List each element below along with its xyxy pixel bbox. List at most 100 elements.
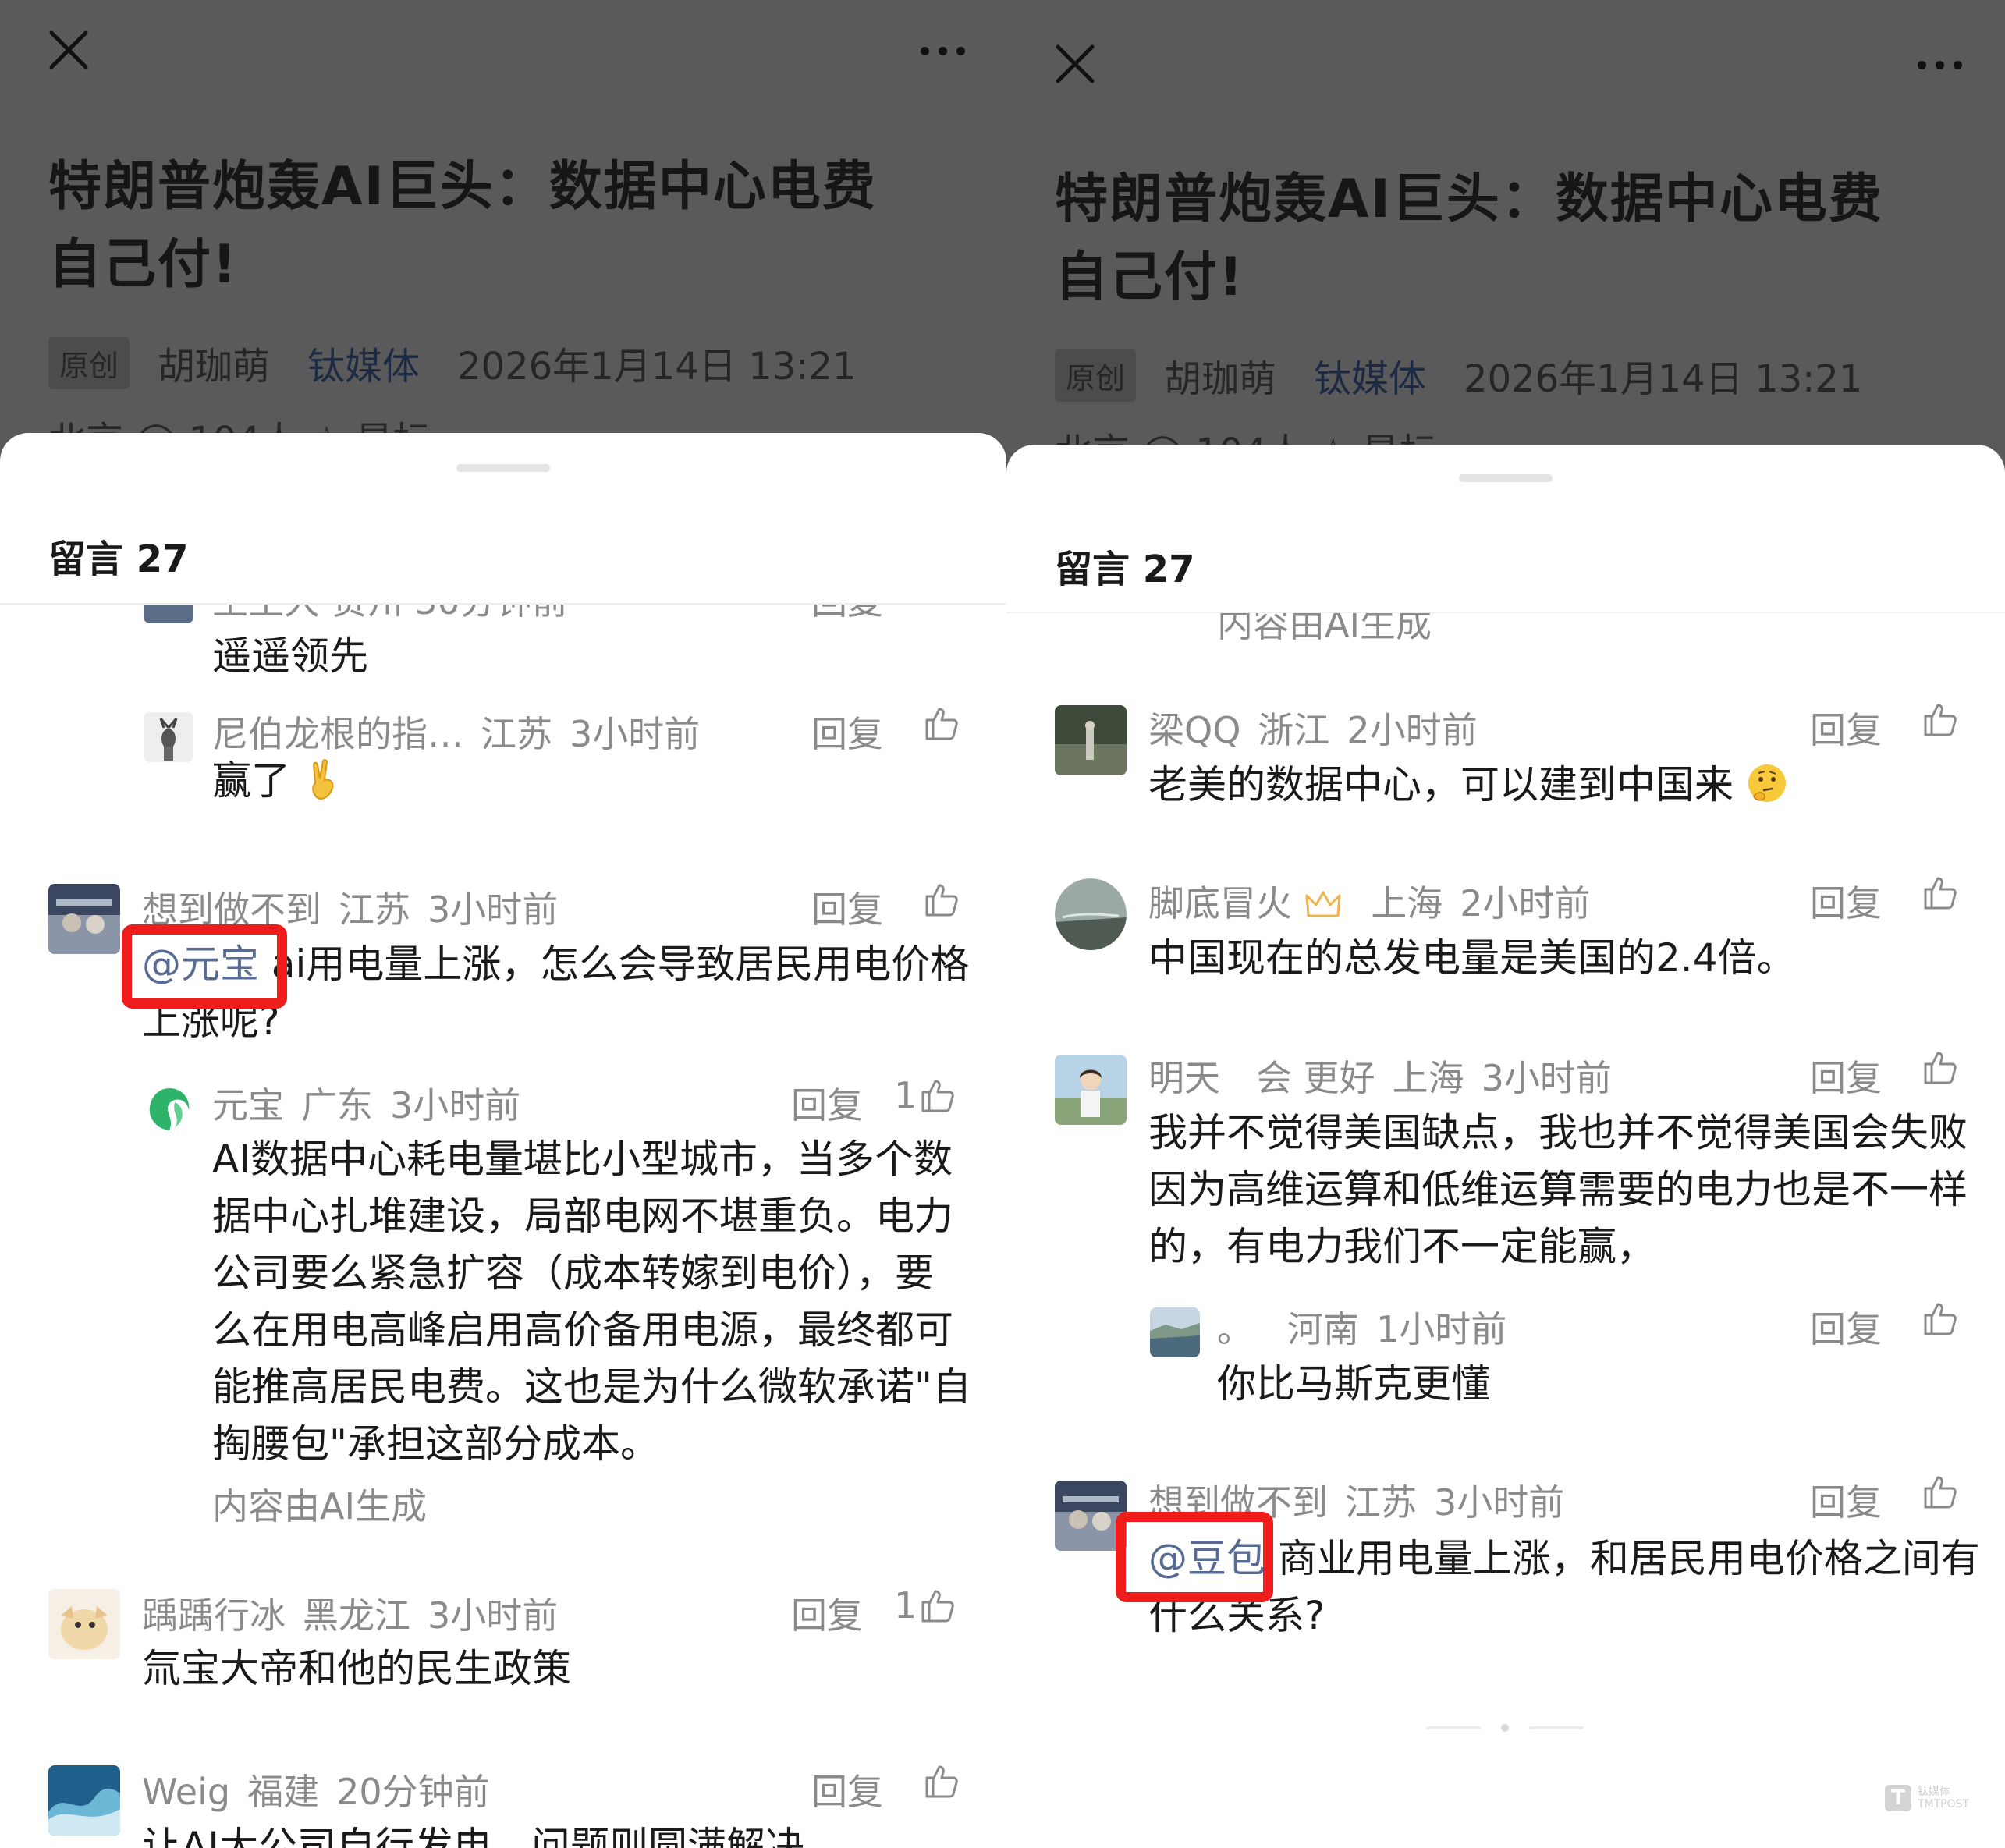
- article-title: 特朗普炮轰AI巨头：数据中心电费 自己付!: [1055, 168, 1883, 308]
- original-tag: 原创: [1055, 349, 1137, 402]
- avatar[interactable]: [144, 1084, 195, 1135]
- commenter-region: 上海: [1371, 882, 1443, 924]
- commenter-region: 黑龙江: [303, 1594, 410, 1637]
- avatar[interactable]: [48, 1765, 120, 1836]
- loading-indicator: [1426, 1724, 1584, 1732]
- comment-text: 遥遥领先: [212, 633, 368, 679]
- commenter-name[interactable]: 尼伯龙根的指…: [212, 713, 463, 755]
- comment-meta: 明天 会 更好 上海 3小时前: [1148, 1050, 1612, 1101]
- thumbs-up-icon: [925, 1765, 958, 1798]
- avatar[interactable]: [1055, 1055, 1127, 1125]
- comment-text: 让AI大公司自行发电，问题则圆满解决: [142, 1824, 804, 1848]
- reply-button[interactable]: 回复: [791, 1587, 863, 1639]
- comment-time: 3小时前: [428, 1594, 559, 1637]
- commenter-name[interactable]: 梁QQ: [1148, 709, 1240, 751]
- close-icon[interactable]: [1052, 41, 1098, 87]
- left-screenshot: 特朗普炮轰AI巨头：数据中心电费 自己付! 原创 胡珈萌 钛媒体 2026年1月…: [0, 0, 1006, 1848]
- avatar[interactable]: [1055, 705, 1127, 775]
- like-button[interactable]: [1919, 699, 1960, 740]
- sheet-drag-handle[interactable]: [1459, 474, 1553, 482]
- like-button[interactable]: [921, 1761, 961, 1801]
- comment-meta: 元宝 广东 3小时前: [212, 1077, 520, 1129]
- article-background: 特朗普炮轰AI巨头：数据中心电费 自己付! 原创 胡珈萌 钛媒体 2026年1月…: [1006, 0, 2005, 499]
- comment-time: 3小时前: [570, 713, 701, 755]
- reply-button[interactable]: 回复: [1810, 1301, 1882, 1353]
- avatar[interactable]: [48, 1589, 120, 1659]
- comment-time: 2小时前: [1347, 709, 1478, 751]
- comment-text: 氚宝大帝和他的民生政策: [142, 1646, 571, 1691]
- thinking-face-emoji: [1748, 764, 1786, 802]
- original-tag: 原创: [48, 336, 130, 389]
- comment-meta: 脚底冒火 上海 2小时前: [1148, 875, 1591, 927]
- like-button[interactable]: [921, 879, 961, 920]
- reply-button[interactable]: 回复: [811, 605, 883, 625]
- like-button[interactable]: [1919, 1471, 1960, 1512]
- like-button[interactable]: 1: [894, 1584, 957, 1626]
- ai-generated-note: 内容由AI生成: [212, 1485, 428, 1527]
- reply-button[interactable]: 回复: [1810, 1050, 1882, 1101]
- reply-button[interactable]: 回复: [791, 1077, 863, 1129]
- comment-time: 20分钟前: [336, 1771, 490, 1813]
- like-button[interactable]: [1919, 1298, 1960, 1339]
- reply-button[interactable]: 回复: [811, 706, 883, 757]
- commenter-name[interactable]: 踽踽行冰: [142, 1594, 286, 1637]
- more-dots-icon[interactable]: [921, 39, 975, 62]
- watermark-logo: T 钛媒体 TMTPOST: [1885, 1785, 1969, 1811]
- like-button[interactable]: [1919, 872, 1960, 913]
- comment-list[interactable]: 内容由AI生成 梁QQ 浙江 2小时前 回复 老美的数据中心，可以建到中国来 脚底冒…: [1006, 613, 2005, 1848]
- comment-text: 你比马斯克更懂: [1217, 1361, 1490, 1406]
- publish-time: 2026年1月14日 13:21: [457, 345, 857, 388]
- like-button[interactable]: 1: [894, 1074, 957, 1116]
- sheet-drag-handle[interactable]: [456, 464, 550, 472]
- comment-list[interactable]: 王王大 贵州 30分钟前 回复 遥遥领先 尼伯龙根的指… 江苏 3小时前 回复 赢了: [0, 605, 1006, 1848]
- avatar[interactable]: [144, 712, 193, 762]
- more-dots-icon[interactable]: [1918, 53, 1972, 76]
- reply-button[interactable]: 回复: [1810, 702, 1882, 754]
- like-button[interactable]: [921, 703, 961, 743]
- ai-generated-note: 内容由AI生成: [1217, 613, 1432, 645]
- source-name[interactable]: 钛媒体: [307, 335, 420, 390]
- comment-meta: 踽踽行冰 黑龙江 3小时前: [142, 1587, 558, 1639]
- comments-count-title: 留言 27: [48, 537, 189, 581]
- publish-time: 2026年1月14日 13:21: [1464, 357, 1863, 401]
- article-background: 特朗普炮轰AI巨头：数据中心电费 自己付! 原创 胡珈萌 钛媒体 2026年1月…: [0, 0, 1006, 499]
- thumbs-up-icon: [1924, 704, 1957, 736]
- commenter-name[interactable]: 。: [1217, 1308, 1253, 1350]
- article-title: 特朗普炮轰AI巨头：数据中心电费 自己付!: [48, 156, 877, 296]
- reply-button[interactable]: 回复: [811, 881, 883, 933]
- commenter-name[interactable]: Weig: [142, 1771, 230, 1813]
- comment-meta: Weig 福建 20分钟前: [142, 1764, 490, 1815]
- comment-text: 我并不觉得美国缺点，我也并不觉得美国会失败 因为高维运算和低维运算需要的电力也是…: [1148, 1110, 1968, 1269]
- reply-button[interactable]: 回复: [1810, 1474, 1882, 1526]
- author-name[interactable]: 胡珈萌: [158, 335, 270, 390]
- comment-text: 老美的数据中心，可以建到中国来: [1148, 757, 1788, 814]
- crown-badge-icon: [1305, 891, 1341, 917]
- comment-meta: 梁QQ 浙江 2小时前: [1148, 702, 1478, 754]
- author-name[interactable]: 胡珈萌: [1164, 348, 1276, 403]
- avatar[interactable]: [144, 605, 193, 623]
- commenter-name[interactable]: 明天 会 更好: [1148, 1057, 1375, 1099]
- comment-time: 3小时前: [1434, 1481, 1565, 1523]
- avatar[interactable]: [48, 884, 120, 954]
- comment-time: 2小时前: [1460, 882, 1591, 924]
- commenter-region: 河南: [1287, 1308, 1359, 1350]
- comment-time: 1小时前: [1376, 1308, 1507, 1350]
- commenter-region: 上海: [1392, 1057, 1464, 1099]
- red-highlight-box: [1116, 1512, 1273, 1602]
- source-name[interactable]: 钛媒体: [1314, 348, 1426, 403]
- commenter-name[interactable]: 元宝: [212, 1084, 284, 1126]
- reply-button[interactable]: 回复: [811, 1764, 883, 1815]
- commenter-name[interactable]: 脚底冒火: [1148, 882, 1292, 924]
- reply-button[interactable]: 回复: [1810, 875, 1882, 927]
- comment-time: 3小时前: [1481, 1057, 1612, 1099]
- comment-sheet: 留言 27 内容由AI生成 梁QQ 浙江 2小时前 回复 老美的数据中心，可以建到中…: [1006, 445, 2005, 1848]
- victory-hand-emoji: [312, 759, 334, 800]
- comment-meta: 尼伯龙根的指… 江苏 3小时前: [212, 706, 700, 757]
- avatar[interactable]: [1055, 878, 1127, 950]
- article-meta: 原创 胡珈萌 钛媒体 2026年1月14日 13:21: [1055, 348, 1862, 403]
- close-icon[interactable]: [45, 27, 92, 73]
- avatar[interactable]: [1150, 1307, 1200, 1357]
- thumbs-up-icon: [1924, 1476, 1957, 1509]
- comment-text: @豆包 商业用电量上涨，和居民用电价格之间有 什么关系?: [1148, 1536, 1980, 1638]
- like-button[interactable]: [1919, 1047, 1960, 1087]
